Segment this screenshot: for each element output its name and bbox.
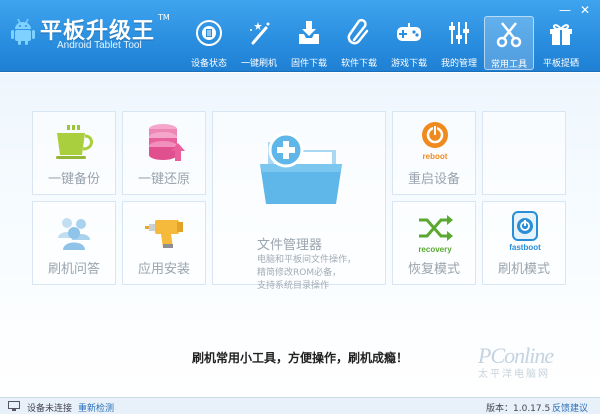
android-logo-icon <box>11 18 35 45</box>
folder-add-icon <box>260 132 342 204</box>
nav-item-my-management[interactable]: 我的管理 <box>434 16 484 70</box>
tool-empty-slot <box>482 111 566 195</box>
recovery-icon: recovery <box>418 215 453 254</box>
firmware-download-icon <box>299 21 319 44</box>
fastboot-badge: fastboot <box>509 243 541 252</box>
device-status-icon <box>196 20 222 46</box>
tool-reboot[interactable]: reboot 重启设备 <box>392 111 476 195</box>
tool-restore[interactable]: 一键还原 <box>122 111 206 195</box>
tool-fastboot-mode[interactable]: fastboot 刷机模式 <box>482 201 566 285</box>
title-bar: 平板升级王 TM Android Tablet Tool — ✕ 设备状态 一键… <box>0 0 600 72</box>
users-icon <box>58 218 90 250</box>
reboot-badge: reboot <box>423 152 448 161</box>
version-label: 版本：1.0.17.5 <box>486 404 551 414</box>
nav-label: 我的管理 <box>440 59 477 69</box>
nav-label: 固件下载 <box>290 59 327 69</box>
nav-label: 游戏下载 <box>390 59 427 69</box>
sliders-icon <box>449 22 469 44</box>
trademark-mark: TM <box>158 13 170 22</box>
feedback-link[interactable]: 反馈建议 <box>552 401 588 414</box>
fastboot-icon: fastboot <box>509 211 541 252</box>
nav-item-tablet-gift[interactable]: 平板提硒 <box>536 16 586 70</box>
description-line: 支持系统目录操作 <box>257 281 330 291</box>
nav-item-game-download[interactable]: 游戏下载 <box>384 16 434 70</box>
recovery-badge: recovery <box>418 245 452 254</box>
nav-label: 设备状态 <box>190 59 227 69</box>
tools-panel: 一键备份 一键还原 文件管理器 电脑和平板间文件操作， 精简修改ROM必备， 支… <box>0 73 600 397</box>
device-disconnected-icon <box>8 401 20 411</box>
tool-flash-qa[interactable]: 刷机问答 <box>32 201 116 285</box>
gift-icon <box>550 24 572 45</box>
file-manager-title: 文件管理器 <box>257 238 323 253</box>
nav-label: 常用工具 <box>490 60 527 70</box>
nav-label: 一键刷机 <box>240 59 277 69</box>
tool-label: 一键备份 <box>47 172 100 187</box>
recheck-link[interactable]: 重新检测 <box>78 401 114 414</box>
nav-item-software-download[interactable]: 软件下载 <box>334 16 384 70</box>
minimize-button[interactable]: — <box>558 4 572 16</box>
watermark-sub: 太平洋电脑网 <box>478 369 550 380</box>
scissors-icon <box>496 22 522 48</box>
nav-label: 软件下载 <box>340 59 377 69</box>
file-manager-description: 电脑和平板间文件操作， 精简修改ROM必备， 支持系统目录操作 <box>257 254 387 293</box>
nav-item-common-tools[interactable]: 常用工具 <box>484 16 534 70</box>
tool-label: 一键还原 <box>137 172 190 187</box>
close-button[interactable]: ✕ <box>578 4 592 16</box>
tool-label: 刷机问答 <box>47 262 100 277</box>
connection-status: 设备未连接 <box>27 404 73 414</box>
main-nav: 设备状态 一键刷机 固件下载 软件下载 游戏下载 我的管理 常用工具 平板提硒 <box>180 16 600 70</box>
reboot-icon: reboot <box>422 122 448 161</box>
tool-label: 应用安装 <box>137 262 190 277</box>
nav-label: 平板提硒 <box>542 59 579 69</box>
app-subtitle: Android Tablet Tool <box>57 40 142 51</box>
gamepad-icon <box>397 23 421 41</box>
cup-backup-icon <box>56 125 93 159</box>
drill-icon <box>145 220 183 248</box>
paperclip-icon <box>347 18 369 45</box>
description-line: 电脑和平板间文件操作， <box>257 255 357 265</box>
description-line: 精简修改ROM必备， <box>257 268 342 278</box>
tool-backup[interactable]: 一键备份 <box>32 111 116 195</box>
tool-label: 恢复模式 <box>407 262 460 277</box>
tool-file-manager[interactable]: 文件管理器 电脑和平板间文件操作， 精简修改ROM必备， 支持系统目录操作 <box>212 111 386 291</box>
nav-item-firmware-download[interactable]: 固件下载 <box>284 16 334 70</box>
tool-app-install[interactable]: 应用安装 <box>122 201 206 285</box>
nav-item-one-click-flash[interactable]: 一键刷机 <box>234 16 284 70</box>
database-restore-icon <box>149 124 185 161</box>
pconline-watermark: PConline 太平洋电脑网 <box>478 343 554 380</box>
tool-recovery-mode[interactable]: recovery 恢复模式 <box>392 201 476 285</box>
magic-wand-icon <box>250 22 270 45</box>
nav-item-device-status[interactable]: 设备状态 <box>184 16 234 70</box>
tool-label: 刷机模式 <box>497 262 550 277</box>
status-bar: 设备未连接 重新检测 版本：1.0.17.5 反馈建议 <box>0 397 600 414</box>
tool-label: 重启设备 <box>407 172 460 187</box>
